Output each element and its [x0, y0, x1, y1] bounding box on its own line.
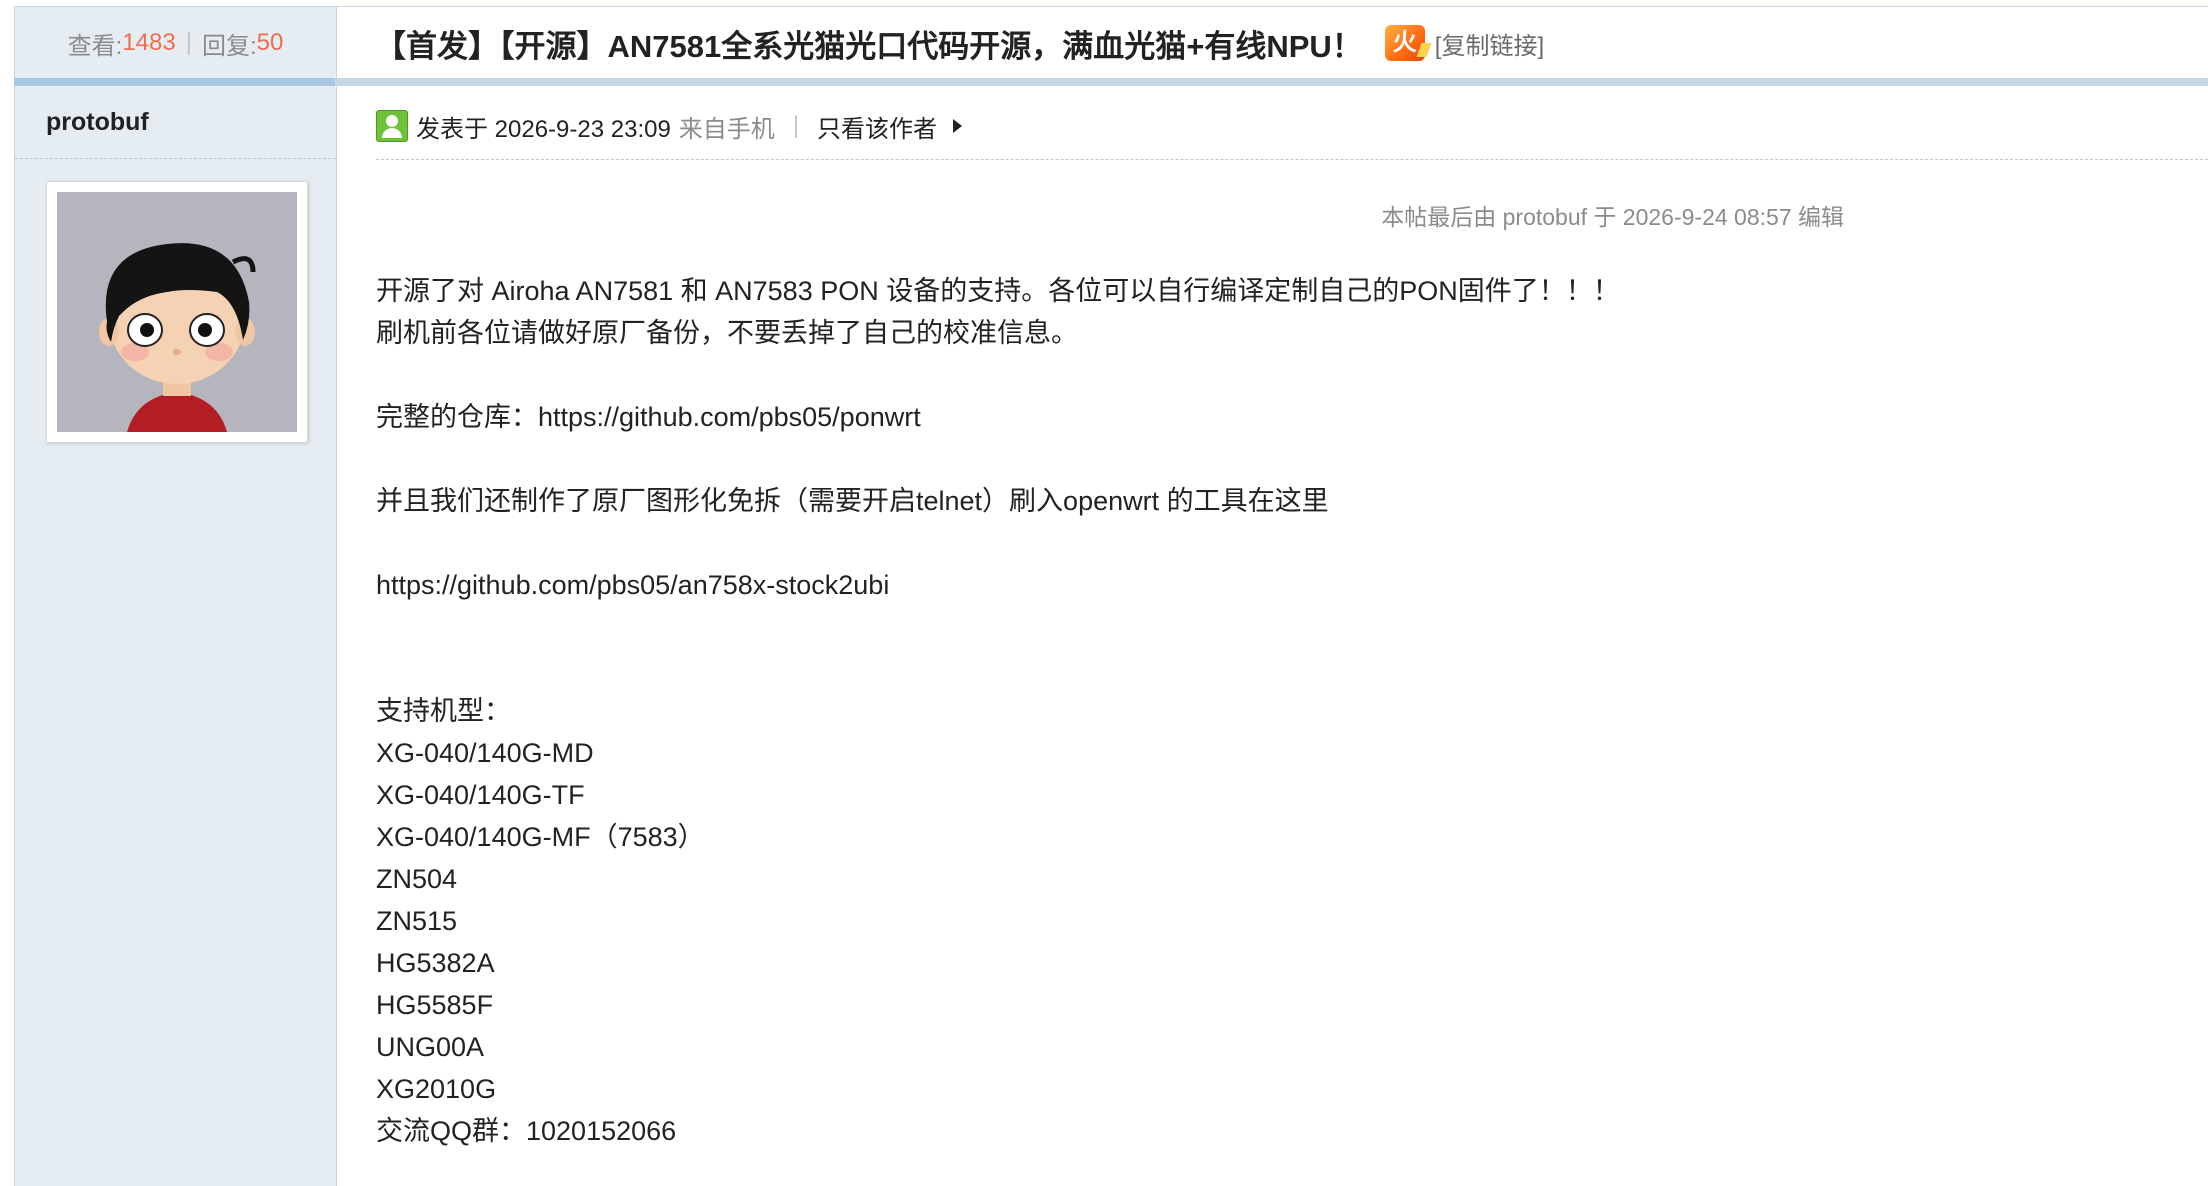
- author-name-link[interactable]: protobuf: [46, 108, 149, 137]
- online-user-icon: [376, 110, 408, 142]
- model-item: HG5382A: [376, 948, 495, 978]
- avatar[interactable]: [46, 181, 308, 443]
- model-item: HG5585F: [376, 990, 494, 1020]
- post-date: 发表于 2026-9-23 23:09: [416, 115, 671, 143]
- author-sidebar: protobuf: [14, 86, 337, 1186]
- model-item: XG2010G: [376, 1074, 497, 1104]
- replies-label: 回复:: [201, 32, 257, 60]
- hot-thread-icon: 火: [1384, 25, 1425, 61]
- supported-models-heading: 支持机型：: [376, 696, 511, 726]
- model-item: ZN515: [376, 906, 458, 936]
- qq-group-line: 交流QQ群：1020152066: [376, 1116, 677, 1146]
- author-divider: [15, 158, 336, 159]
- post-divider: [376, 159, 2208, 160]
- views-label: 查看:: [67, 32, 123, 60]
- post-source: 来自手机: [678, 115, 775, 143]
- only-author-link[interactable]: 只看该作者: [817, 109, 937, 144]
- model-item: UNG00A: [376, 1032, 485, 1062]
- caret-right-icon: [953, 119, 963, 133]
- thread-header: 查看: 1483 | 回复: 50 【首发】【开源】AN7581全系光猫光口代码…: [14, 6, 2208, 79]
- copy-link-button[interactable]: [复制链接]: [1435, 26, 1544, 61]
- repo-link[interactable]: 完整的仓库：https://github.com/pbs05/ponwrt: [376, 396, 1620, 438]
- forum-thread-page: 查看: 1483 | 回复: 50 【首发】【开源】AN7581全系光猫光口代码…: [0, 0, 2208, 1186]
- meta-separator: |: [792, 112, 800, 139]
- model-item: XG-040/140G-MF（7583）: [376, 822, 705, 852]
- model-item: XG-040/140G-TF: [376, 780, 585, 810]
- thread-title: 【首发】【开源】AN7581全系光猫光口代码开源，满血光猫+有线NPU！: [375, 28, 1363, 64]
- stats-separator: |: [185, 29, 192, 56]
- post-line: 并且我们还制作了原厂图形化免拆（需要开启telnet）刷入openwrt 的工具…: [376, 486, 1329, 516]
- views-count: 1483: [122, 29, 176, 56]
- post-content-area: 发表于 2026-9-23 23:09 来自手机 | 只看该作者 本帖最后由 p…: [376, 86, 2208, 1186]
- cartoon-avatar-icon: [57, 192, 297, 432]
- post-line: 刷机前各位请做好原厂备份，不要丢掉了自己的校准信息。: [376, 318, 1078, 348]
- replies-count: 50: [256, 29, 284, 56]
- post-line: 开源了对 Airoha AN7581 和 AN7583 PON 设备的支持。各位…: [376, 276, 1620, 306]
- tool-link[interactable]: https://github.com/pbs05/an758x-stock2ub…: [376, 564, 1620, 606]
- model-item: ZN504: [376, 864, 458, 894]
- thread-stats: 查看: 1483 | 回复: 50: [15, 7, 337, 79]
- post-body: 开源了对 Airoha AN7581 和 AN7583 PON 设备的支持。各位…: [376, 270, 1620, 1152]
- thread-title-cell: 【首发】【开源】AN7581全系光猫光口代码开源，满血光猫+有线NPU！ 火 […: [375, 7, 1544, 79]
- model-item: XG-040/140G-MD: [376, 738, 594, 768]
- edit-note: 本帖最后由 protobuf 于 2026-9-24 08:57 编辑: [1381, 204, 1844, 230]
- post-meta: 发表于 2026-9-23 23:09 来自手机 | 只看该作者: [376, 108, 963, 144]
- header-divider: [14, 78, 2208, 86]
